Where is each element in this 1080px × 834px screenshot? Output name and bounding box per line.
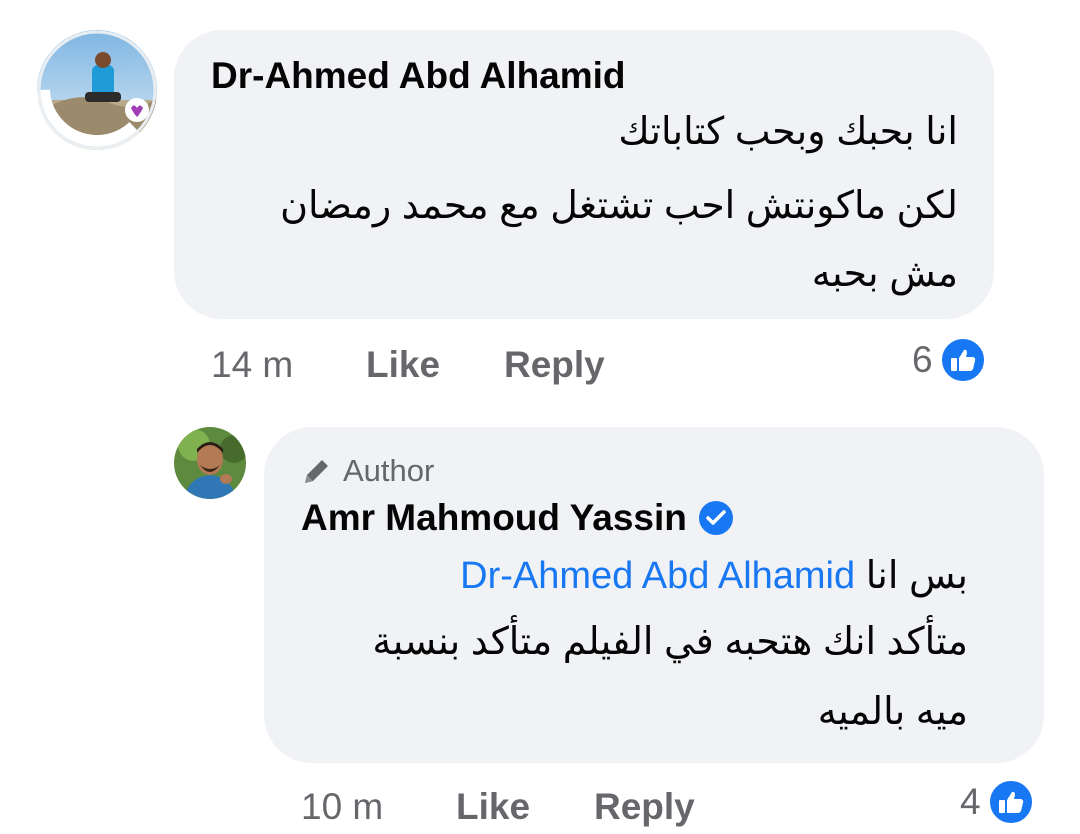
reply-reaction-summary[interactable]: 4: [960, 778, 1035, 826]
reply-text-start: بس انا: [865, 555, 968, 597]
reply-text-line-1: بس انا Dr-Ahmed Abd Alhamid: [460, 543, 968, 609]
thumbs-up-icon: [986, 778, 1035, 826]
reply-author-label: Amr Mahmoud Yassin: [301, 497, 687, 538]
reply-timestamp[interactable]: 10 m: [301, 786, 383, 828]
comment-timestamp[interactable]: 14 m: [211, 344, 293, 386]
reaction-count: 6: [912, 339, 933, 380]
mention-link[interactable]: Dr-Ahmed Abd Alhamid: [460, 555, 855, 597]
avatar[interactable]: [37, 30, 157, 150]
profile-photo: [174, 427, 246, 499]
thumbs-up-icon: [938, 336, 987, 384]
pencil-icon: [305, 460, 328, 483]
comment-author-name[interactable]: Dr-Ahmed Abd Alhamid: [211, 55, 626, 97]
reaction-summary[interactable]: 6: [912, 336, 987, 384]
author-tag: Author: [301, 453, 434, 489]
reply-text-line-3: ميه بالميه: [817, 691, 968, 733]
reply-reaction-count: 4: [960, 781, 981, 822]
avatar[interactable]: [174, 427, 246, 499]
reply-like-button[interactable]: Like: [456, 786, 530, 828]
reply-button[interactable]: Reply: [504, 344, 605, 386]
reply-reply-button[interactable]: Reply: [594, 786, 695, 828]
author-tag-label: Author: [343, 453, 435, 488]
verified-badge-icon: [698, 501, 733, 535]
reply-text-line-2: متأكد انك هتحبه في الفيلم متأكد بنسبة: [372, 621, 968, 663]
like-button[interactable]: Like: [366, 344, 440, 386]
profile-photo-frame: [37, 30, 157, 150]
reply-author-name[interactable]: Amr Mahmoud Yassin: [301, 497, 733, 539]
comment-text-line-3: مش بحبه: [811, 253, 958, 295]
comment-text-line-1: انا بحبك وبحب كتاباتك: [618, 111, 958, 153]
comment-text-line-2: لكن ماكونتش احب تشتغل مع محمد رمضان: [280, 185, 958, 227]
